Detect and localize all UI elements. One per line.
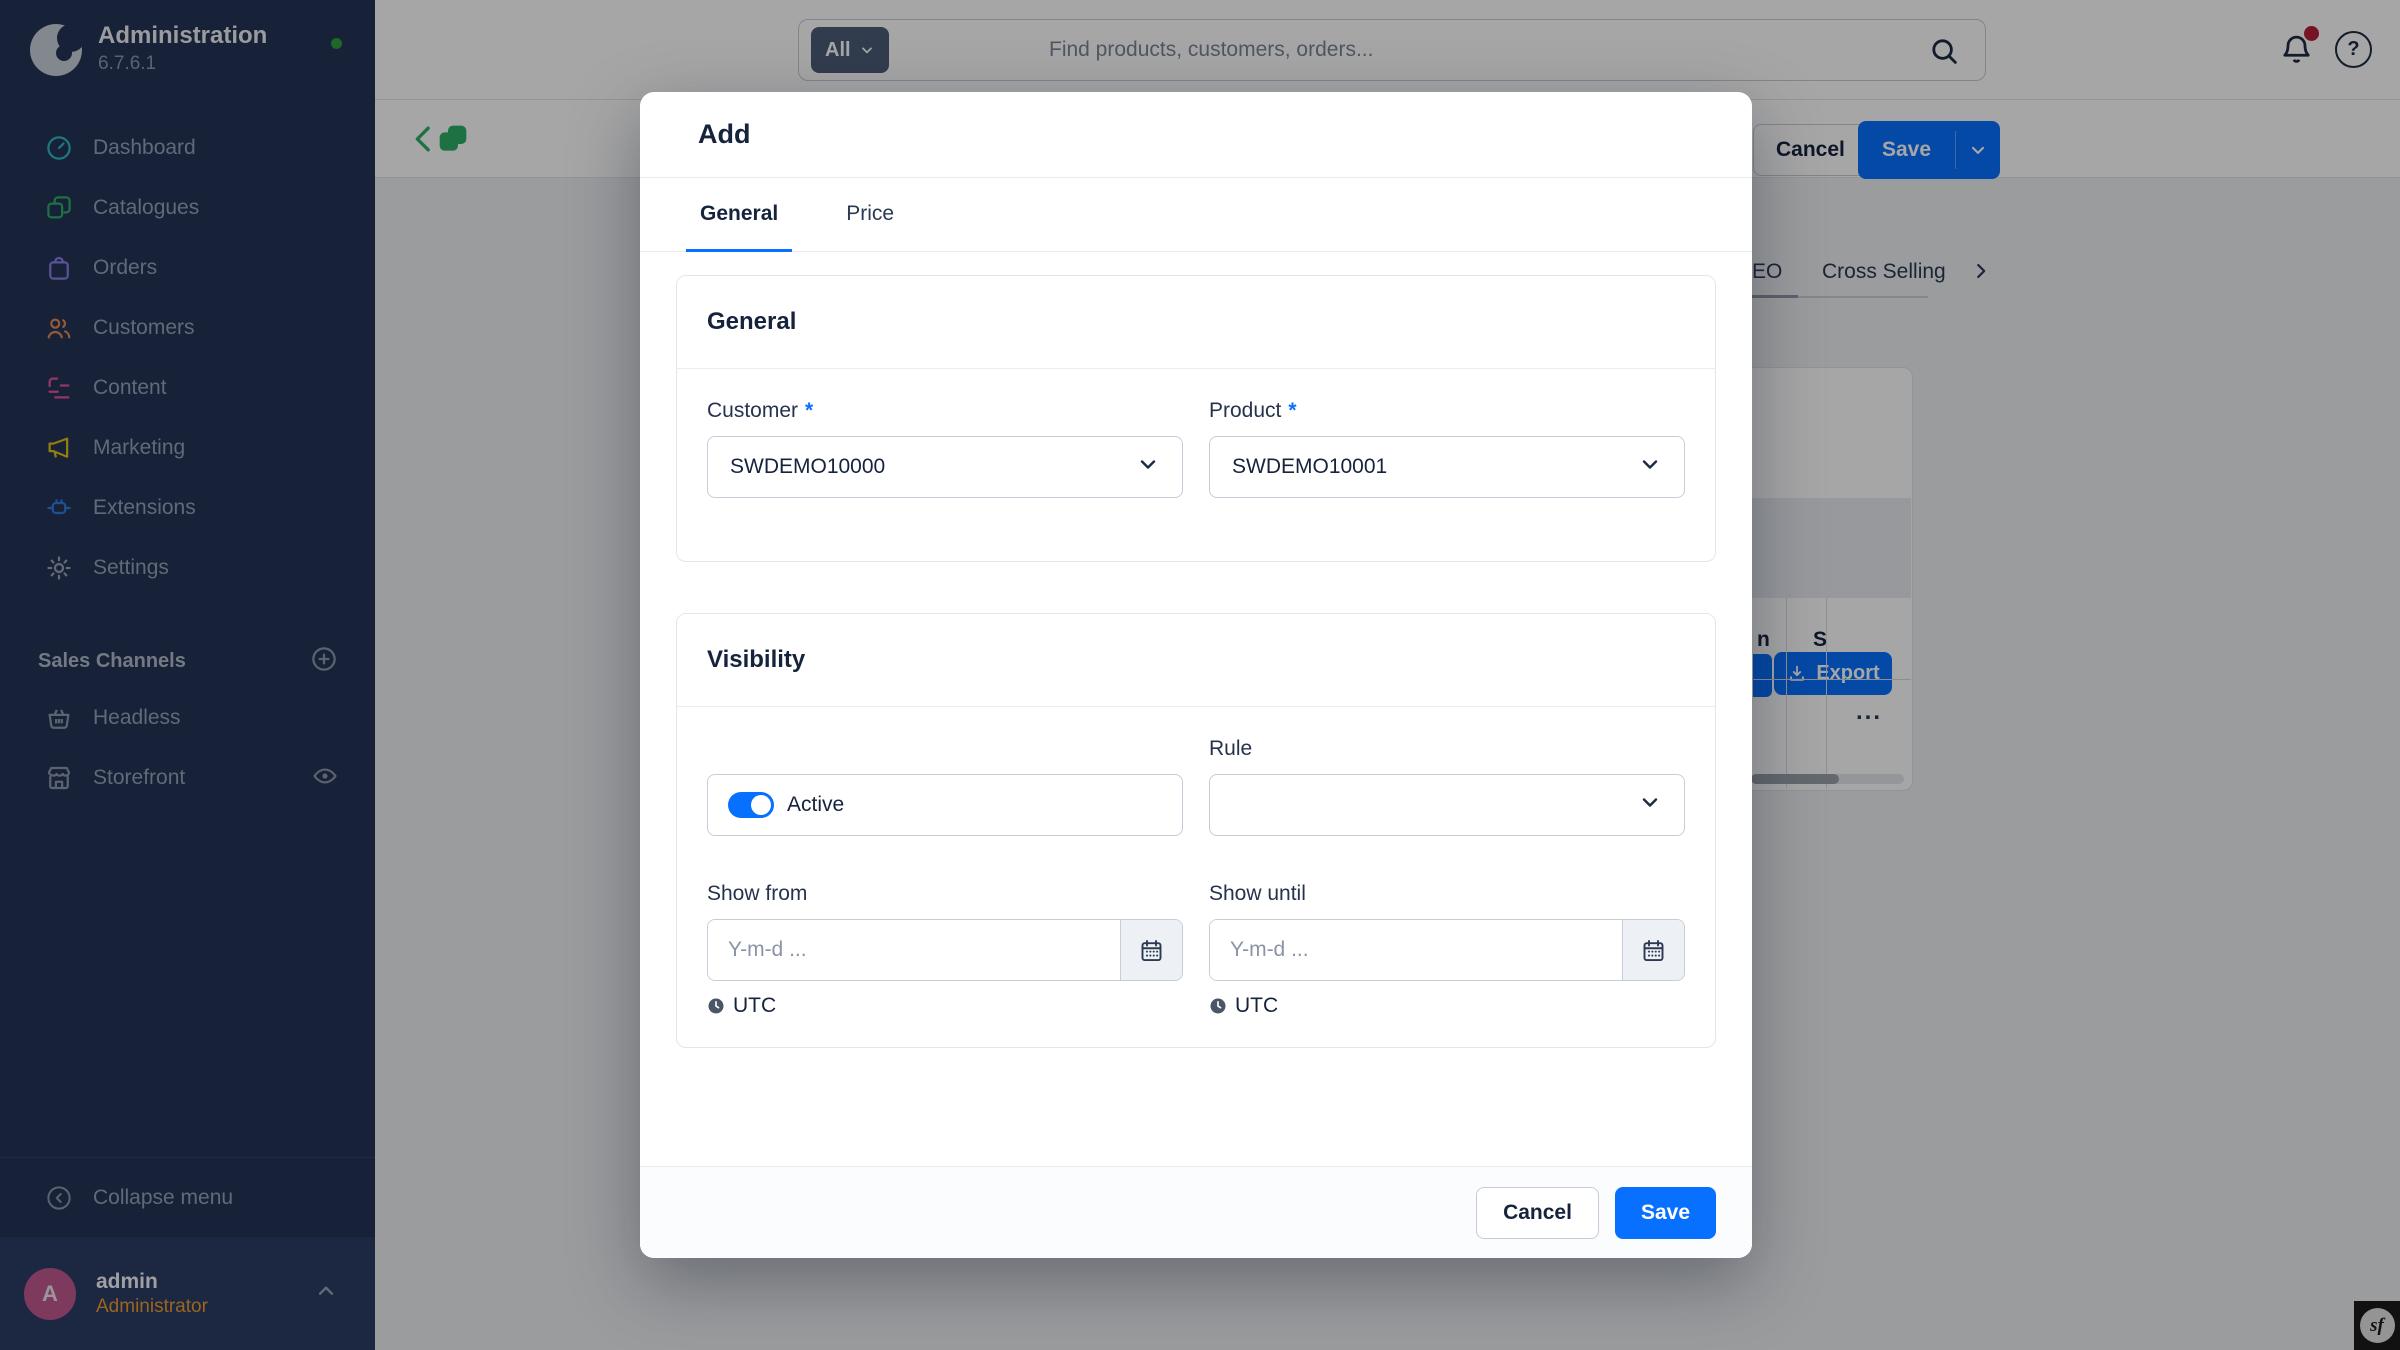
timezone-label: UTC [1235,994,1278,1018]
calendar-icon[interactable] [1622,920,1684,980]
show-from-label: Show from [707,882,1183,908]
clock-icon [707,997,725,1015]
visibility-card: Visibility Active Show from [676,613,1716,1048]
add-modal: Add General Price General Customer * SWD… [640,92,1752,1258]
product-select[interactable]: SWDEMO10001 [1209,436,1685,498]
visibility-card-heading: Visibility [677,614,1715,707]
modal-header: Add [640,92,1752,178]
clock-icon [1209,997,1227,1015]
modal-footer: Cancel Save [640,1166,1752,1258]
chevron-down-icon [1638,790,1662,820]
product-label: Product * [1209,399,1685,425]
customer-label: Customer * [707,399,1183,425]
application-root: Administration 6.7.6.1 Dashboard Catalog… [0,0,2400,1350]
modal-title: Add [698,119,750,150]
show-from-field [707,919,1183,981]
tab-general[interactable]: General [686,178,792,252]
chevron-down-icon [1136,452,1160,482]
general-card: General Customer * SWDEMO10000 [676,275,1716,562]
show-until-label: Show until [1209,882,1685,908]
spacer-label [707,737,1183,763]
chevron-down-icon [1638,452,1662,482]
modal-cancel-button[interactable]: Cancel [1476,1187,1599,1239]
tab-price[interactable]: Price [832,178,908,252]
show-from-timezone: UTC [707,994,1183,1018]
show-until-field [1209,919,1685,981]
general-card-heading: General [677,276,1715,369]
customer-value: SWDEMO10000 [730,455,885,479]
active-label: Active [787,793,844,817]
show-until-timezone: UTC [1209,994,1685,1018]
show-from-input[interactable] [708,920,1120,980]
modal-tabs: General Price [640,178,1752,252]
calendar-icon[interactable] [1120,920,1182,980]
timezone-label: UTC [733,994,776,1018]
required-marker: * [1288,399,1296,423]
required-marker: * [805,399,813,423]
modal-save-button[interactable]: Save [1615,1187,1716,1239]
show-until-input[interactable] [1210,920,1622,980]
product-value: SWDEMO10001 [1232,455,1387,479]
rule-label: Rule [1209,737,1685,763]
active-toggle-field: Active [707,774,1183,836]
rule-select[interactable] [1209,774,1685,836]
customer-select[interactable]: SWDEMO10000 [707,436,1183,498]
toggle-knob [751,795,771,815]
active-toggle[interactable] [728,792,774,818]
